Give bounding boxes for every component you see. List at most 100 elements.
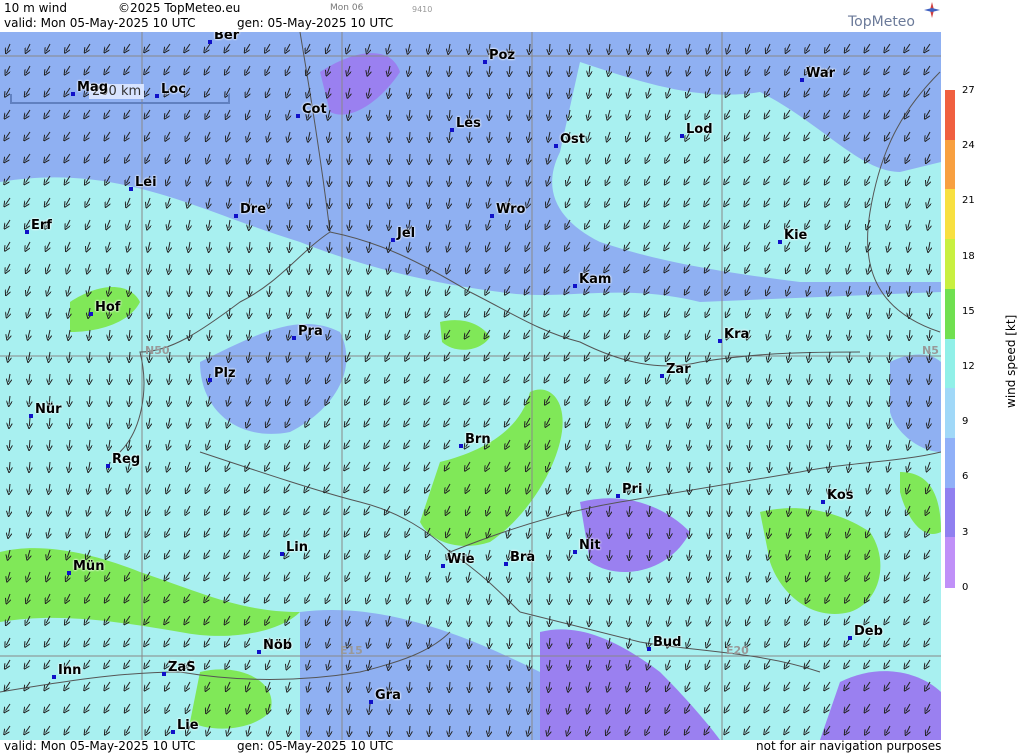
wind-arrow (747, 285, 750, 293)
city-marker (459, 444, 463, 448)
wind-arrow (826, 43, 831, 51)
wind-arrow (688, 43, 690, 52)
city-marker (129, 187, 133, 191)
wind-arrow (625, 263, 631, 271)
city-label: Nöb (263, 638, 293, 653)
wind-arrow (429, 153, 430, 162)
wind-arrow (869, 373, 870, 382)
wind-arrow (529, 615, 530, 624)
wind-arrow (27, 43, 31, 51)
wind-arrow (106, 43, 111, 51)
wind-arrow (509, 153, 511, 162)
wind-arrow (526, 285, 531, 293)
wind-arrow (25, 131, 31, 139)
wind-arrow (309, 175, 310, 184)
wind-arrow (329, 153, 330, 162)
city-marker (52, 675, 56, 679)
valid-time: valid: Mon 05-May-2025 10 UTC (4, 16, 196, 30)
wind-arrow (507, 219, 510, 228)
wind-arrow (808, 285, 810, 294)
wind-arrow (866, 109, 871, 117)
city-label: Poz (489, 48, 516, 63)
wind-arrow (549, 109, 550, 118)
wind-arrow (926, 109, 931, 117)
wind-arrow (629, 549, 630, 558)
wind-arrow (429, 109, 430, 118)
wind-arrow (467, 263, 470, 271)
wind-arrow (228, 153, 231, 162)
wind-arrow (489, 153, 490, 162)
colorbar-tick: 3 (962, 526, 969, 538)
wind-arrow (929, 307, 930, 316)
wind-arrow (546, 263, 551, 271)
city-label: Gra (375, 688, 401, 703)
wind-arrow (389, 197, 390, 206)
wind-arrow (289, 175, 290, 184)
wind-arrow (549, 615, 550, 624)
wind-arrow (747, 43, 750, 51)
wind-arrow (146, 153, 151, 161)
wind-arrow (789, 439, 790, 448)
wind-arrow (45, 153, 51, 161)
wind-arrow (266, 43, 271, 51)
city-marker (616, 494, 620, 498)
wind-arrow (369, 219, 370, 228)
wind-arrow (428, 219, 430, 228)
wind-arrow (389, 725, 390, 734)
wind-arrow (926, 131, 931, 139)
wind-arrow (6, 131, 11, 139)
city-label: Nür (35, 402, 62, 417)
city-marker (208, 378, 212, 382)
wind-arrow (409, 725, 410, 734)
city-marker (848, 636, 852, 640)
city-marker (296, 114, 300, 118)
wind-arrow (286, 43, 291, 51)
wind-arrow (106, 131, 111, 139)
colorbar-segment (945, 239, 955, 290)
wind-arrow (86, 153, 91, 161)
wind-arrow (528, 153, 530, 162)
wind-speed-fill (0, 53, 941, 740)
wind-map[interactable]: 200 km N50 N5 E15 E20 Ber Poz War Mag Loc Cot… (0, 32, 941, 740)
wind-arrow (469, 175, 470, 184)
colorbar-segment (945, 487, 955, 539)
wind-arrow (227, 109, 230, 117)
wind-arrow (589, 593, 590, 602)
wind-arrow (29, 439, 30, 448)
grid-label-e15: E15 (340, 644, 363, 657)
wind-arrow (249, 263, 250, 272)
wind-arrow (29, 417, 30, 426)
wind-arrow (469, 43, 470, 52)
city-label: Hof (95, 300, 121, 315)
city-label: Loc (161, 82, 186, 97)
wind-arrow (769, 439, 770, 448)
wind-arrow (449, 681, 450, 690)
wind-arrow (329, 219, 330, 228)
city-marker (292, 336, 296, 340)
wind-arrow (428, 43, 430, 52)
wind-arrow (226, 43, 231, 51)
wind-arrow (686, 263, 691, 271)
city-marker (71, 92, 75, 96)
wind-arrow (429, 197, 430, 206)
wind-arrow (549, 43, 550, 52)
wind-arrow (206, 109, 211, 117)
wind-arrow (646, 285, 651, 293)
wind-arrow (186, 109, 191, 117)
wind-arrow (269, 263, 270, 272)
wind-arrow (269, 197, 270, 206)
city-marker (171, 730, 175, 734)
city-marker (778, 240, 782, 244)
wind-arrow (409, 131, 410, 140)
wind-arrow (309, 219, 310, 228)
copyright: ©2025 TopMeteo.eu (118, 1, 241, 15)
wind-arrow (906, 153, 911, 161)
wind-arrow (126, 131, 131, 139)
wind-arrow (709, 483, 710, 492)
wind-arrow (509, 87, 510, 96)
wind-arrow (849, 395, 850, 404)
wind-arrow (388, 263, 390, 272)
colorbar-segment (945, 288, 955, 340)
wind-arrow (546, 241, 551, 249)
city-label: Bra (510, 550, 536, 565)
